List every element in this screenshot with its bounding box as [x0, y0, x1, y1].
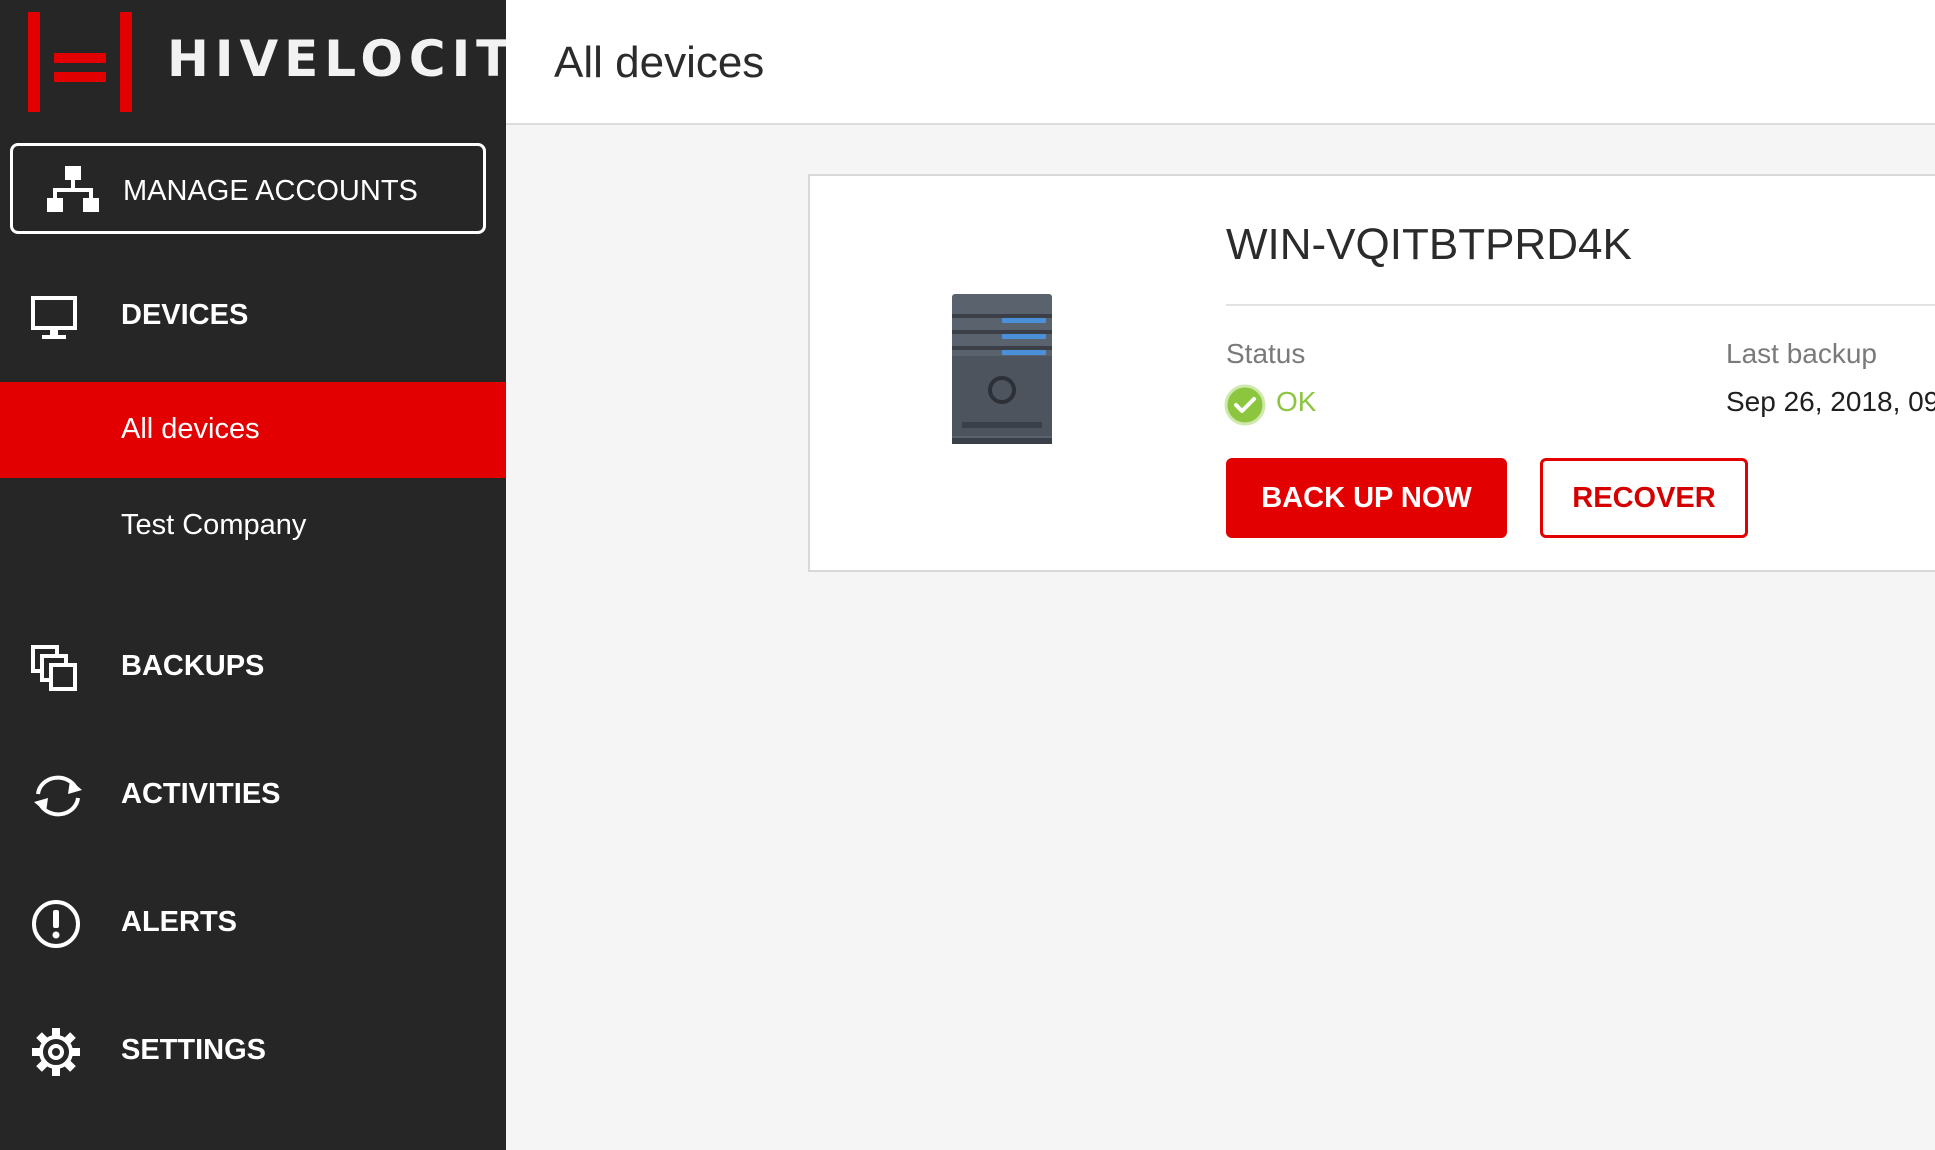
sidebar-item-test-company[interactable]: Test Company	[0, 478, 506, 574]
sidebar-item-devices[interactable]: DEVICES	[0, 265, 506, 365]
monitor-icon	[31, 296, 77, 339]
sidebar-item-label: ALERTS	[121, 906, 237, 938]
copies-icon	[31, 645, 77, 691]
sidebar: HIVELOCITY MANAGE ACCOUNTS DEVICES All d…	[0, 0, 553, 1150]
sidebar-subitem-label: Test Company	[121, 509, 307, 541]
sidebar-item-alerts[interactable]: ALERTS	[0, 872, 506, 972]
sidebar-item-all-devices[interactable]: All devices	[0, 382, 506, 478]
sidebar-item-activities[interactable]: ACTIVITIES	[0, 744, 506, 844]
brand-logo[interactable]: HIVELOCITY	[0, 0, 553, 125]
last-backup-value: Sep 26, 2018, 09	[1726, 386, 1935, 417]
page-header: All devices	[506, 0, 1935, 125]
card-divider	[1226, 304, 1935, 306]
device-card[interactable]: WIN-VQITBTPRD4K Status OK Last backup Se…	[808, 174, 1935, 572]
sidebar-subitem-label: All devices	[121, 413, 260, 445]
hivelocity-logo-icon	[28, 12, 132, 112]
page-title: All devices	[554, 38, 765, 87]
status-value: OK	[1276, 386, 1317, 417]
sidebar-item-label: BACKUPS	[121, 650, 265, 682]
sitemap-icon	[47, 166, 99, 212]
sidebar-item-settings[interactable]: SETTINGS	[0, 1000, 506, 1100]
alert-icon	[32, 900, 80, 948]
manage-accounts-label: MANAGE ACCOUNTS	[123, 175, 418, 207]
manage-accounts-button[interactable]: MANAGE ACCOUNTS	[10, 143, 486, 234]
brand-name: HIVELOCITY	[167, 30, 559, 88]
sidebar-item-label: ACTIVITIES	[121, 778, 281, 810]
gear-icon	[32, 1028, 80, 1076]
status-label: Status	[1226, 338, 1306, 369]
sidebar-item-label: DEVICES	[121, 299, 249, 331]
server-tower-icon	[952, 294, 1052, 444]
sidebar-item-label: SETTINGS	[121, 1034, 267, 1066]
device-name[interactable]: WIN-VQITBTPRD4K	[1226, 220, 1632, 270]
recover-button[interactable]: RECOVER	[1540, 458, 1748, 538]
last-backup-label: Last backup	[1726, 338, 1877, 369]
back-up-now-button[interactable]: BACK UP NOW	[1226, 458, 1507, 538]
check-circle-icon	[1224, 384, 1266, 426]
sidebar-item-backups[interactable]: BACKUPS	[0, 616, 506, 716]
sync-icon	[34, 775, 82, 817]
